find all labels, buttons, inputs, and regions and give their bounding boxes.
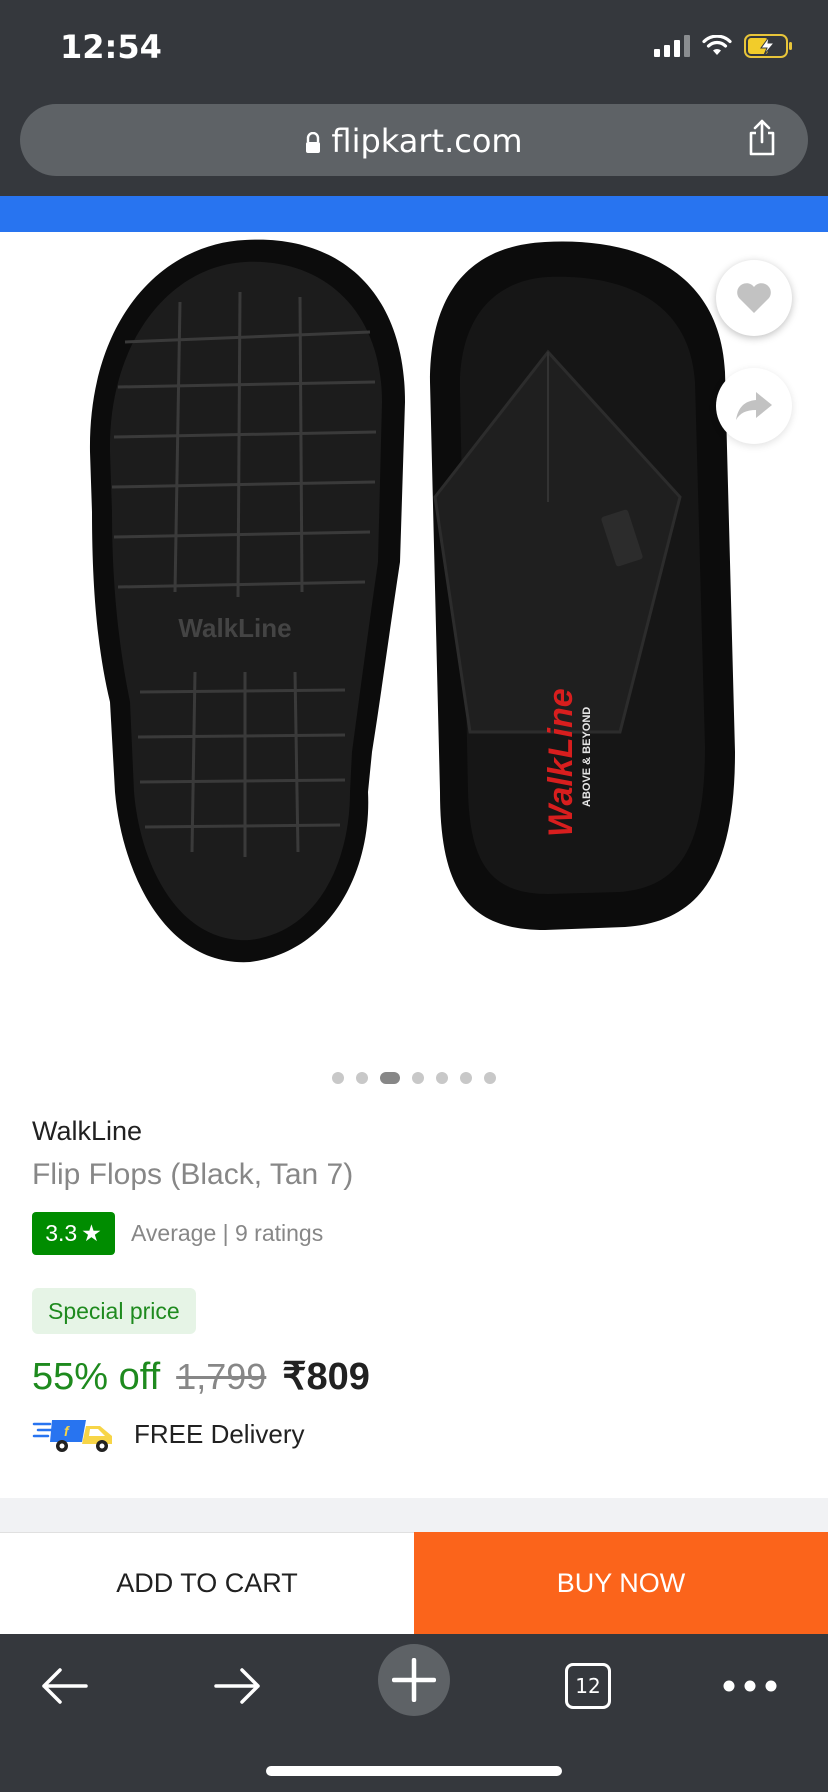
delivery-row: f FREE Delivery — [32, 1414, 304, 1454]
carousel-dot[interactable] — [436, 1072, 448, 1084]
insole-tagline: ABOVE & BEYOND — [581, 707, 593, 807]
insole-logo-text: WalkLine — [542, 688, 580, 837]
special-price-badge: Special price — [32, 1288, 196, 1334]
image-carousel-dots[interactable] — [0, 1072, 828, 1084]
selling-price: ₹809 — [282, 1356, 370, 1398]
rating-summary[interactable]: Average | 9 ratings — [131, 1220, 323, 1247]
rating-badge[interactable]: 3.3 ★ — [32, 1212, 115, 1255]
forward-share-icon — [736, 392, 772, 420]
carousel-dot[interactable] — [460, 1072, 472, 1084]
original-price: 1,799 — [176, 1356, 267, 1397]
forward-button[interactable] — [202, 1650, 274, 1722]
carousel-dot[interactable] — [484, 1072, 496, 1084]
wifi-icon — [702, 35, 732, 57]
add-to-cart-button[interactable]: ADD TO CART — [0, 1532, 414, 1634]
signal-icon — [654, 35, 690, 57]
product-image[interactable]: WalkLine WalkLine ABOVE & BEYOND — [0, 232, 828, 1062]
browser-bottom-toolbar: 12 — [0, 1634, 828, 1792]
wishlist-button[interactable] — [716, 260, 792, 336]
discount-percent: 55% off — [32, 1356, 161, 1398]
sole-logo-text: WalkLine — [178, 613, 291, 643]
section-divider — [0, 1498, 828, 1532]
browser-top-chrome: 12:54 flipkart.com — [0, 0, 828, 196]
tabs-icon: 12 — [565, 1663, 611, 1709]
url-display[interactable]: flipkart.com — [20, 122, 808, 162]
lock-icon — [305, 124, 321, 162]
home-indicator[interactable] — [266, 1766, 562, 1776]
purchase-action-bar: ADD TO CART BUY NOW — [0, 1532, 828, 1634]
star-icon: ★ — [81, 1220, 102, 1246]
delivery-truck-icon: f — [32, 1420, 112, 1452]
back-button[interactable] — [28, 1650, 100, 1722]
delivery-text: FREE Delivery — [134, 1418, 305, 1449]
new-tab-plus-icon — [392, 1658, 436, 1702]
more-icon — [723, 1680, 777, 1692]
share-icon[interactable] — [746, 118, 778, 163]
back-arrow-icon — [42, 1668, 88, 1704]
carousel-dot[interactable] — [332, 1072, 344, 1084]
more-button[interactable] — [714, 1650, 786, 1722]
status-icons — [654, 34, 794, 58]
new-tab-button[interactable] — [378, 1644, 450, 1716]
rating-value: 3.3 — [45, 1220, 78, 1246]
url-text: flipkart.com — [331, 122, 523, 160]
price-row: 55% off 1,799 ₹809 — [32, 1354, 370, 1399]
tabs-button[interactable]: 12 — [552, 1650, 624, 1722]
carousel-dot[interactable] — [356, 1072, 368, 1084]
status-time: 12:54 — [60, 28, 162, 66]
heart-icon — [737, 283, 771, 313]
product-photo: WalkLine WalkLine ABOVE & BEYOND — [89, 239, 735, 963]
buy-now-button[interactable]: BUY NOW — [414, 1532, 828, 1634]
tab-count: 12 — [575, 1674, 601, 1698]
url-bar[interactable]: flipkart.com — [20, 104, 808, 176]
battery-charging-icon — [744, 34, 794, 58]
carousel-dot-active[interactable] — [380, 1072, 400, 1084]
carousel-dot[interactable] — [412, 1072, 424, 1084]
flipkart-header-strip — [0, 196, 828, 232]
product-share-button[interactable] — [716, 368, 792, 444]
product-brand[interactable]: WalkLine — [32, 1116, 142, 1147]
product-title: Flip Flops (Black, Tan 7) — [32, 1158, 354, 1191]
forward-arrow-icon — [214, 1668, 260, 1704]
